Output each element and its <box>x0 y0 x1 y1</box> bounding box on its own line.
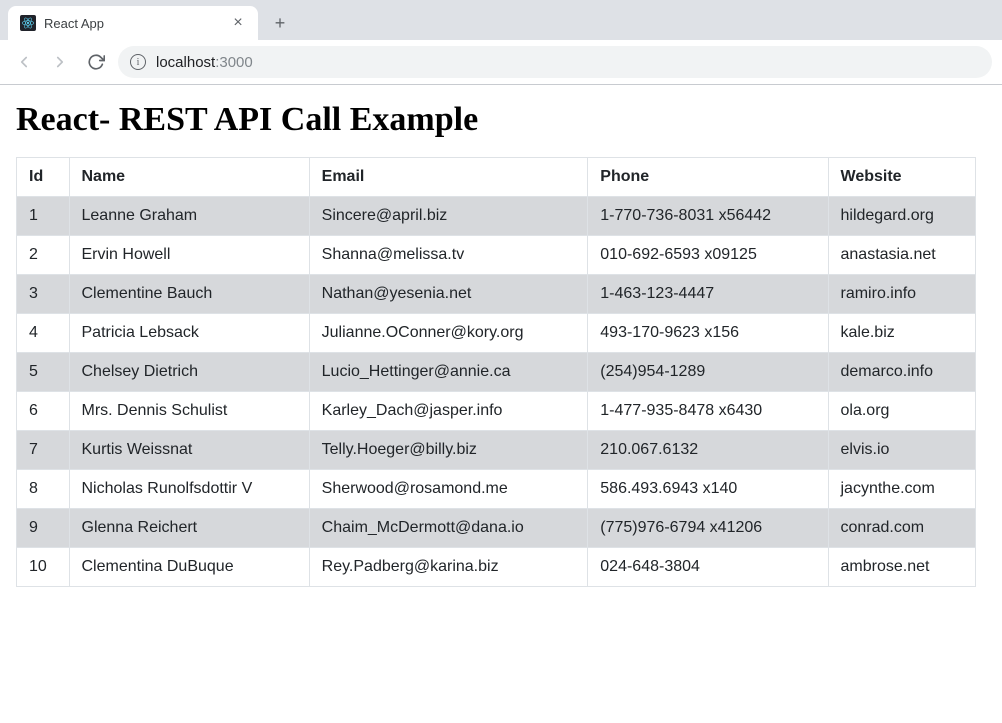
tab-bar: React App × + <box>0 0 1002 40</box>
table-row: 1Leanne GrahamSincere@april.biz1-770-736… <box>17 197 976 236</box>
cell-name: Ervin Howell <box>69 236 309 275</box>
table-row: 6Mrs. Dennis SchulistKarley_Dach@jasper.… <box>17 392 976 431</box>
cell-name: Mrs. Dennis Schulist <box>69 392 309 431</box>
cell-website: ola.org <box>828 392 976 431</box>
cell-id: 8 <box>17 470 70 509</box>
cell-email: Lucio_Hettinger@annie.ca <box>309 353 588 392</box>
url-port: :3000 <box>215 54 253 71</box>
url-host: localhost <box>156 54 215 71</box>
cell-id: 4 <box>17 314 70 353</box>
cell-id: 3 <box>17 275 70 314</box>
table-row: 10Clementina DuBuqueRey.Padberg@karina.b… <box>17 548 976 587</box>
browser-toolbar: i localhost:3000 <box>0 40 1002 84</box>
table-row: 5Chelsey DietrichLucio_Hettinger@annie.c… <box>17 353 976 392</box>
cell-website: ambrose.net <box>828 548 976 587</box>
cell-phone: 024-648-3804 <box>588 548 828 587</box>
page-title: React- REST API Call Example <box>16 101 986 139</box>
cell-website: ramiro.info <box>828 275 976 314</box>
table-row: 8Nicholas Runolfsdottir VSherwood@rosamo… <box>17 470 976 509</box>
cell-phone: (775)976-6794 x41206 <box>588 509 828 548</box>
cell-email: Chaim_McDermott@dana.io <box>309 509 588 548</box>
cell-id: 7 <box>17 431 70 470</box>
cell-phone: 493-170-9623 x156 <box>588 314 828 353</box>
cell-email: Sincere@april.biz <box>309 197 588 236</box>
cell-name: Nicholas Runolfsdottir V <box>69 470 309 509</box>
cell-website: anastasia.net <box>828 236 976 275</box>
cell-website: elvis.io <box>828 431 976 470</box>
table-row: 2Ervin HowellShanna@melissa.tv010-692-65… <box>17 236 976 275</box>
page-content: React- REST API Call Example Id Name Ema… <box>0 85 1002 603</box>
cell-phone: 1-463-123-4447 <box>588 275 828 314</box>
cell-id: 2 <box>17 236 70 275</box>
table-row: 9Glenna ReichertChaim_McDermott@dana.io(… <box>17 509 976 548</box>
cell-website: conrad.com <box>828 509 976 548</box>
cell-phone: 1-477-935-8478 x6430 <box>588 392 828 431</box>
cell-email: Karley_Dach@jasper.info <box>309 392 588 431</box>
cell-email: Sherwood@rosamond.me <box>309 470 588 509</box>
browser-chrome: React App × + i localhost:3000 <box>0 0 1002 85</box>
reload-button[interactable] <box>82 48 110 76</box>
cell-phone: 586.493.6943 x140 <box>588 470 828 509</box>
cell-phone: 1-770-736-8031 x56442 <box>588 197 828 236</box>
users-table: Id Name Email Phone Website 1Leanne Grah… <box>16 157 976 587</box>
cell-id: 9 <box>17 509 70 548</box>
cell-phone: 010-692-6593 x09125 <box>588 236 828 275</box>
cell-name: Chelsey Dietrich <box>69 353 309 392</box>
cell-email: Nathan@yesenia.net <box>309 275 588 314</box>
site-info-icon[interactable]: i <box>130 54 146 70</box>
cell-website: demarco.info <box>828 353 976 392</box>
col-email: Email <box>309 158 588 197</box>
cell-email: Shanna@melissa.tv <box>309 236 588 275</box>
cell-id: 10 <box>17 548 70 587</box>
cell-email: Rey.Padberg@karina.biz <box>309 548 588 587</box>
cell-website: hildegard.org <box>828 197 976 236</box>
table-row: 7Kurtis WeissnatTelly.Hoeger@billy.biz21… <box>17 431 976 470</box>
col-phone: Phone <box>588 158 828 197</box>
table-row: 4Patricia LebsackJulianne.OConner@kory.o… <box>17 314 976 353</box>
browser-tab[interactable]: React App × <box>8 6 258 40</box>
table-row: 3Clementine BauchNathan@yesenia.net1-463… <box>17 275 976 314</box>
table-header-row: Id Name Email Phone Website <box>17 158 976 197</box>
cell-phone: (254)954-1289 <box>588 353 828 392</box>
cell-name: Patricia Lebsack <box>69 314 309 353</box>
col-website: Website <box>828 158 976 197</box>
url-text: localhost:3000 <box>156 54 253 71</box>
col-id: Id <box>17 158 70 197</box>
cell-email: Telly.Hoeger@billy.biz <box>309 431 588 470</box>
cell-phone: 210.067.6132 <box>588 431 828 470</box>
react-favicon-icon <box>20 15 36 31</box>
cell-name: Kurtis Weissnat <box>69 431 309 470</box>
cell-id: 5 <box>17 353 70 392</box>
cell-website: kale.biz <box>828 314 976 353</box>
cell-name: Clementina DuBuque <box>69 548 309 587</box>
cell-name: Glenna Reichert <box>69 509 309 548</box>
back-button[interactable] <box>10 48 38 76</box>
forward-button[interactable] <box>46 48 74 76</box>
address-bar[interactable]: i localhost:3000 <box>118 46 992 78</box>
cell-name: Clementine Bauch <box>69 275 309 314</box>
cell-name: Leanne Graham <box>69 197 309 236</box>
col-name: Name <box>69 158 309 197</box>
cell-email: Julianne.OConner@kory.org <box>309 314 588 353</box>
cell-id: 1 <box>17 197 70 236</box>
tab-title: React App <box>44 16 222 31</box>
cell-website: jacynthe.com <box>828 470 976 509</box>
new-tab-button[interactable]: + <box>266 9 294 37</box>
cell-id: 6 <box>17 392 70 431</box>
close-icon[interactable]: × <box>230 15 246 31</box>
